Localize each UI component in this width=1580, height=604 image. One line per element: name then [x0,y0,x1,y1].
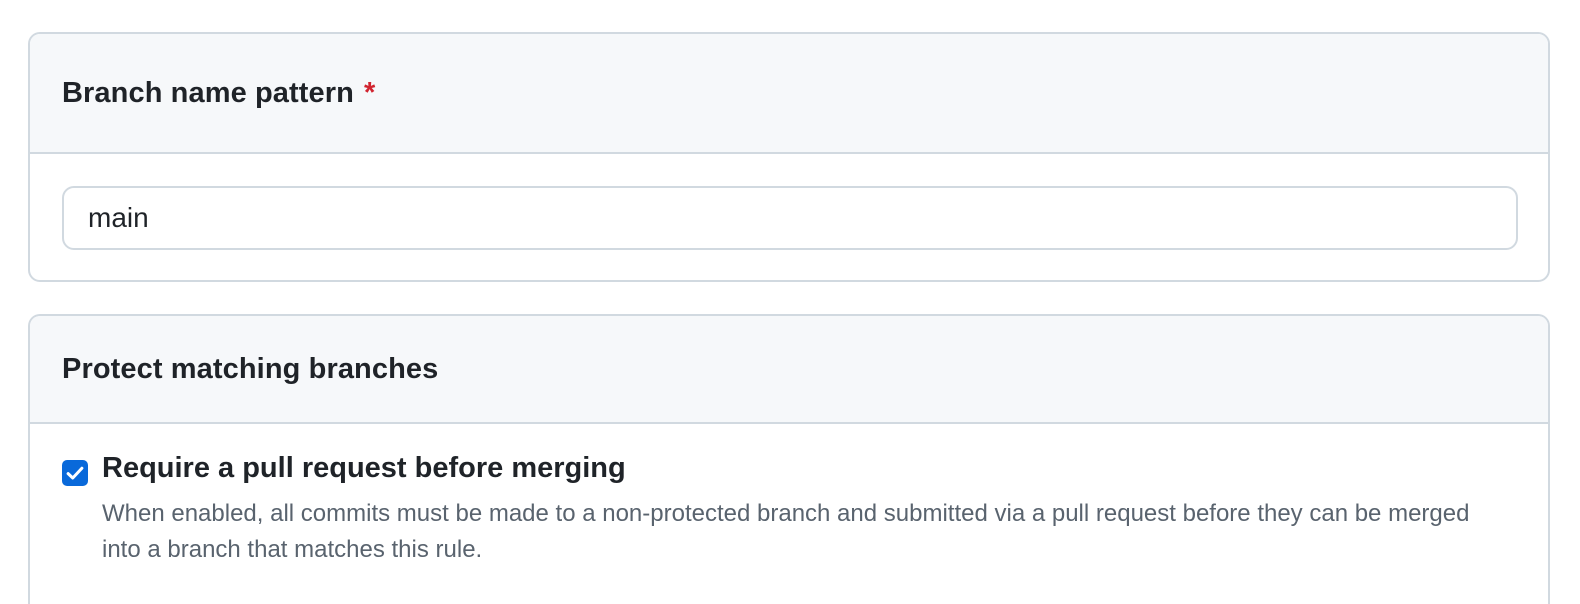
protect-matching-branches-header: Protect matching branches [30,316,1548,424]
require-pull-request-checkbox[interactable] [62,460,88,486]
required-marker: * [363,76,376,109]
check-icon [66,466,84,480]
branch-name-pattern-input[interactable] [62,186,1518,250]
branch-name-pattern-title: Branch name pattern [62,76,354,109]
require-pull-request-description: When enabled, all commits must be made t… [102,500,1470,563]
branch-name-pattern-box: Branch name pattern * [28,32,1550,282]
protect-matching-branches-box: Protect matching branches Require a pull… [28,314,1550,604]
require-pull-request-label[interactable]: Require a pull request before merging [102,452,626,485]
branch-name-pattern-header: Branch name pattern * [30,34,1548,154]
protect-matching-branches-title: Protect matching branches [62,352,439,385]
